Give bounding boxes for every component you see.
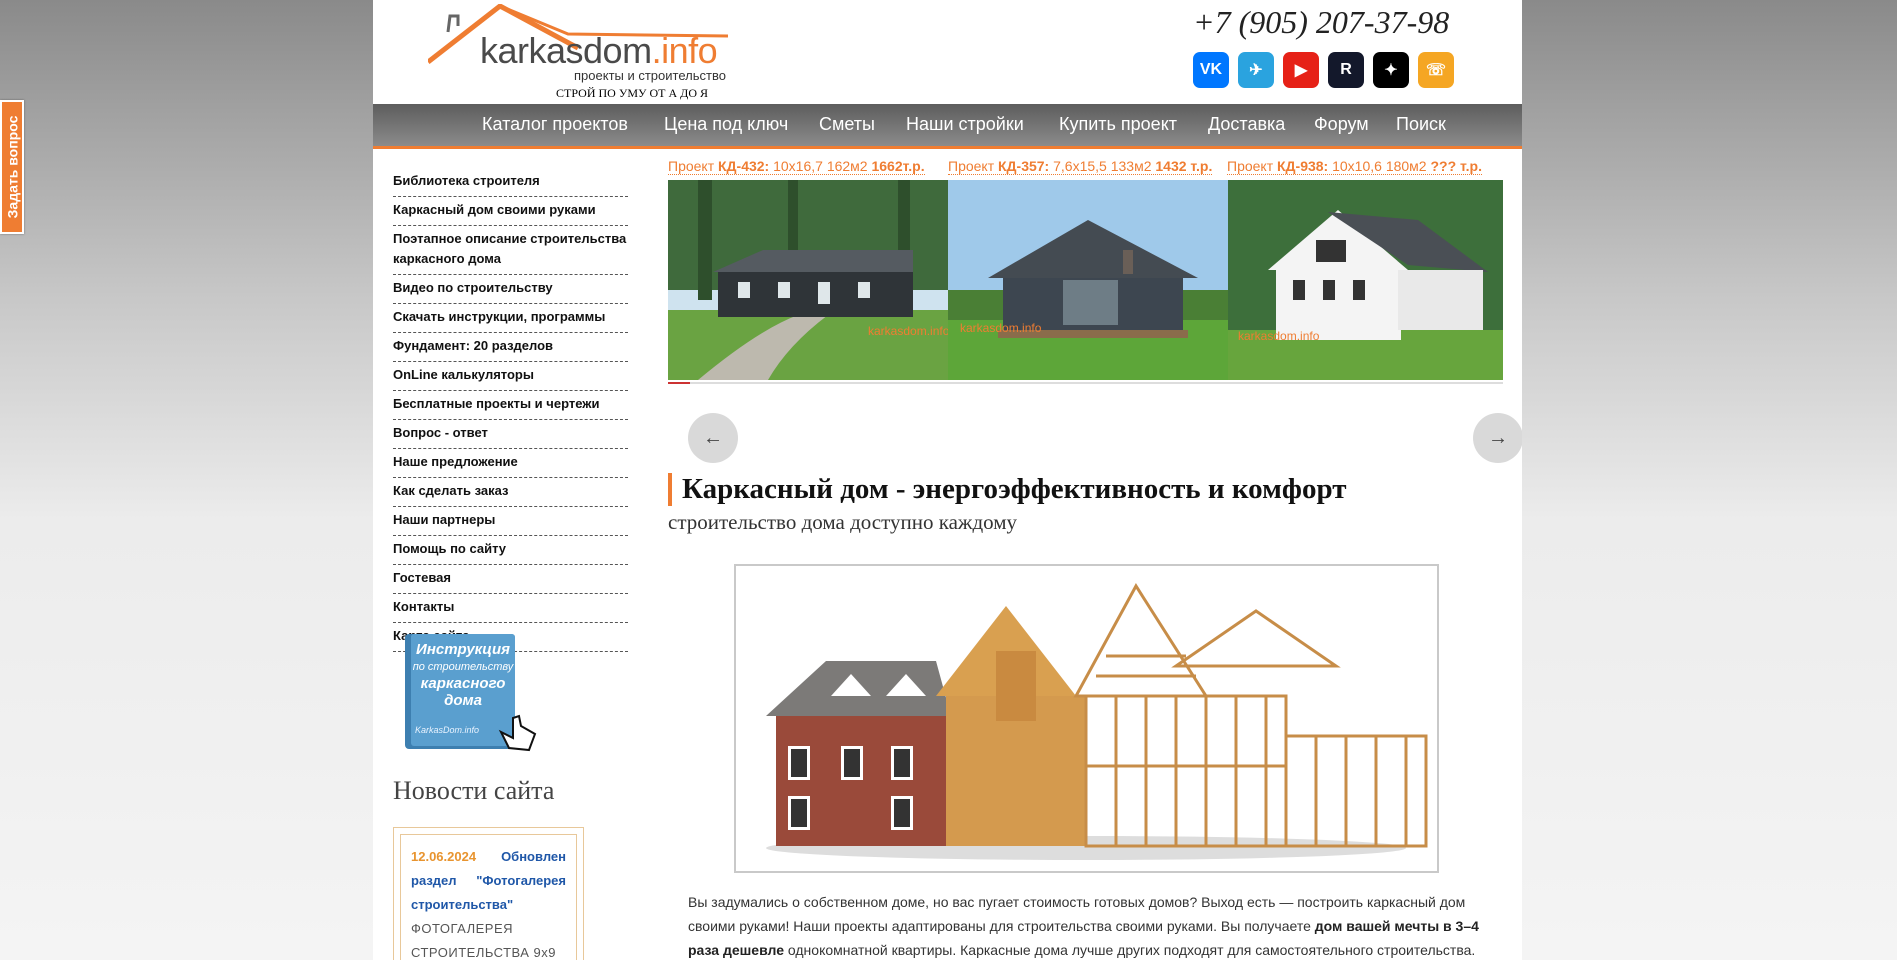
caption-prefix: Проект: [668, 158, 719, 174]
news-text: ФОТОГАЛЕРЕЯ СТРОИТЕЛЬСТВА 9x9: [411, 921, 557, 960]
slide-watermark: karkasdom.info: [1238, 329, 1320, 343]
ask-question-label: Задать вопрос: [4, 115, 20, 219]
sidebar-item[interactable]: Библиотека строителя: [393, 168, 628, 197]
caption-desc: 10x16,7 162м2: [769, 158, 872, 174]
carousel-prev-button[interactable]: ←: [688, 413, 738, 463]
social-links: VK ✈ ▶ R ✦ ☏: [1193, 52, 1454, 88]
site-logo[interactable]: karkasdom.info проекты и строительство С…: [428, 4, 748, 100]
sidebar-item[interactable]: Каркасный дом своими руками: [393, 197, 628, 226]
caption-price: 1432 т.р.: [1155, 158, 1213, 174]
sidebar-item[interactable]: Помощь по сайту: [393, 536, 628, 565]
sidebar-item[interactable]: Наше предложение: [393, 449, 628, 478]
book-brand: KarkasDom.info: [415, 725, 479, 735]
sidebar-item[interactable]: Контакты: [393, 594, 628, 623]
sidebar-item[interactable]: Вопрос - ответ: [393, 420, 628, 449]
caption-prefix: Проект: [948, 158, 999, 174]
book-line4: дома: [444, 692, 482, 709]
sidebar-item[interactable]: Фундамент: 20 разделов: [393, 333, 628, 362]
logo-wordmark: karkasdom.info: [480, 30, 718, 72]
caption-desc: 7,6x15,5 133м2: [1049, 158, 1156, 174]
sidebar-item[interactable]: Видео по строительству: [393, 275, 628, 304]
caption-code: КД-357:: [998, 158, 1050, 174]
carousel-progress: [668, 382, 1503, 384]
project-slide-image[interactable]: karkasdom.info: [948, 180, 1228, 380]
project-caption[interactable]: Проект КД-432: 10x16,7 162м2 1662т.р.: [668, 158, 925, 175]
caption-code: КД-938:: [1277, 158, 1329, 174]
book-line1: Инструкция: [416, 641, 510, 658]
logo-main-text: karkasdom: [480, 30, 652, 71]
main-nav: Каталог проектов Цена под ключ Сметы Наш…: [373, 104, 1522, 149]
project-slide-image[interactable]: karkasdom.info: [1228, 180, 1503, 380]
page-subtitle: строительство дома доступно каждому: [668, 510, 1018, 534]
nav-item-buy-project[interactable]: Купить проект: [1059, 114, 1177, 135]
nav-item-estimates[interactable]: Сметы: [819, 114, 875, 135]
sidebar-item[interactable]: Как сделать заказ: [393, 478, 628, 507]
sidebar-menu: Библиотека строителя Каркасный дом своим…: [393, 168, 628, 652]
carousel-next-button[interactable]: →: [1473, 413, 1522, 463]
nav-item-catalog[interactable]: Каталог проектов: [482, 114, 628, 135]
sidebar-item[interactable]: Бесплатные проекты и чертежи: [393, 391, 628, 420]
intro-text-2: однокомнатной квартиры. Каркасные дома л…: [784, 942, 1476, 958]
page-container: karkasdom.info проекты и строительство С…: [373, 0, 1522, 960]
caption-price: 1662т.р.: [871, 158, 925, 174]
instruction-book-banner[interactable]: Инструкция по строительству каркасного д…: [401, 630, 541, 755]
sidebar-item[interactable]: Поэтапное описание строительства каркасн…: [393, 226, 628, 275]
caption-price: ??? т.р.: [1430, 158, 1482, 174]
book-icon: Инструкция по строительству каркасного д…: [405, 634, 537, 752]
sidebar-item[interactable]: OnLine калькуляторы: [393, 362, 628, 391]
caption-desc: 10x10,6 180м2: [1328, 158, 1431, 174]
page-title: Каркасный дом - энергоэффективность и ко…: [668, 473, 1346, 506]
telegram-icon[interactable]: ✈: [1238, 52, 1274, 88]
nav-item-search[interactable]: Поиск: [1396, 114, 1446, 135]
caption-code: КД-432:: [718, 158, 770, 174]
nav-item-turnkey-price[interactable]: Цена под ключ: [664, 114, 788, 135]
logo-slogan: СТРОЙ ПО УМУ ОТ А ДО Я: [556, 86, 708, 100]
sidebar-item[interactable]: Скачать инструкции, программы: [393, 304, 628, 333]
nav-item-forum[interactable]: Форум: [1314, 114, 1369, 135]
logo-accent-text: .info: [651, 30, 718, 71]
header-phone[interactable]: +7 (905) 207-37-98: [1193, 4, 1449, 41]
slide-watermark: karkasdom.info: [960, 321, 1042, 335]
slide-watermark: karkasdom.info: [868, 324, 948, 338]
news-box: 12.06.2024 Обновлен раздел "Фотогалерея …: [393, 827, 584, 960]
book-line2: по строительству: [413, 661, 515, 673]
project-caption[interactable]: Проект КД-357: 7,6x15,5 133м2 1432 т.р.: [948, 158, 1213, 175]
nav-item-our-builds[interactable]: Наши стройки: [906, 114, 1024, 135]
frame-house-illustration: [734, 564, 1439, 873]
intro-paragraph: Вы задумались о собственном доме, но вас…: [688, 890, 1488, 960]
ask-question-tab[interactable]: Задать вопрос: [0, 100, 24, 234]
youtube-icon[interactable]: ▶: [1283, 52, 1319, 88]
nav-item-delivery[interactable]: Доставка: [1208, 114, 1285, 135]
book-line3: каркасного: [421, 675, 506, 692]
project-caption[interactable]: Проект КД-938: 10x10,6 180м2 ??? т.р.: [1227, 158, 1482, 175]
rutube-icon[interactable]: R: [1328, 52, 1364, 88]
dzen-icon[interactable]: ✦: [1373, 52, 1409, 88]
logo-tagline: проекты и строительство: [574, 68, 726, 83]
project-slide-image[interactable]: karkasdom.info: [668, 180, 948, 380]
sidebar-item[interactable]: Гостевая: [393, 565, 628, 594]
news-title: Новости сайта: [393, 776, 555, 805]
news-date: 12.06.2024: [411, 849, 477, 864]
news-item: 12.06.2024 Обновлен раздел "Фотогалерея …: [400, 834, 577, 960]
sidebar-item[interactable]: Наши партнеры: [393, 507, 628, 536]
vk-icon[interactable]: VK: [1193, 52, 1229, 88]
caption-prefix: Проект: [1227, 158, 1278, 174]
phone-icon[interactable]: ☏: [1418, 52, 1454, 88]
